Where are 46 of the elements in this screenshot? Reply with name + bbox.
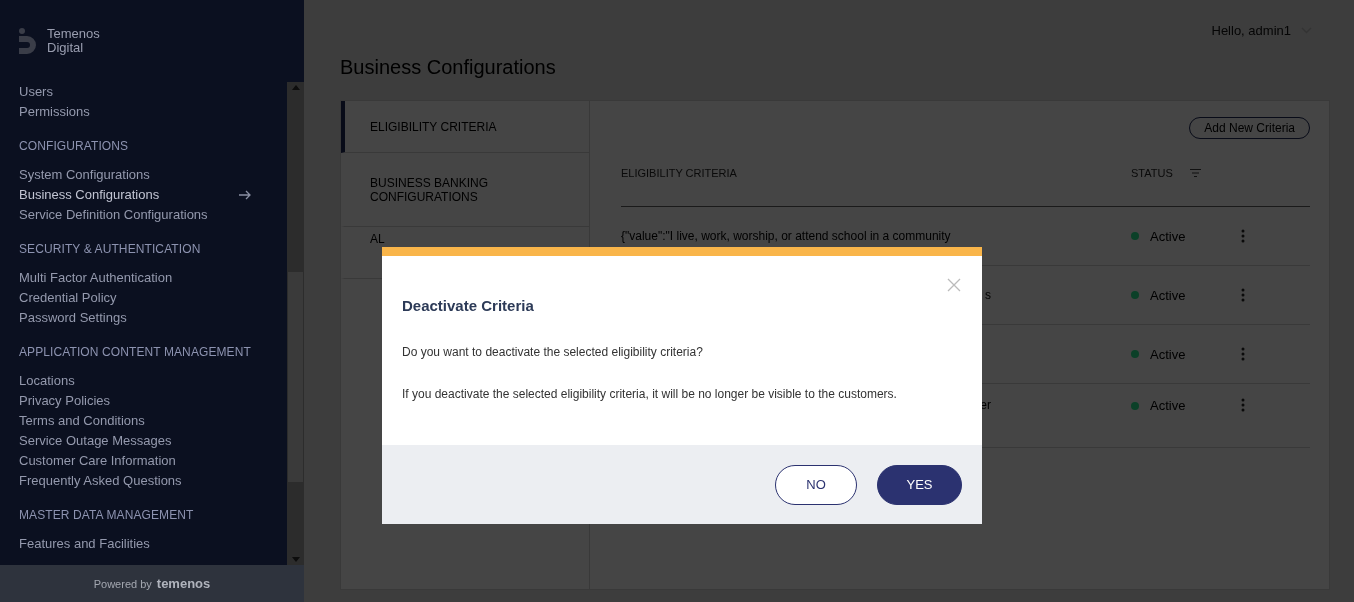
dialog-warning: If you deactivate the selected eligibility criteria, it will be no longer be visible to the customers. (402, 387, 898, 401)
sidebar-item[interactable]: Customer Care Information (19, 451, 287, 471)
status-label: Active (1150, 398, 1186, 413)
cancel-button[interactable]: NO (775, 464, 857, 505)
dialog-question: Do you want to deactivate the selected eligibility criteria? (402, 345, 704, 359)
section-heading: CONFIGURATIONS (19, 139, 130, 153)
column-header: ELIGIBILITY CRITERIA (621, 166, 738, 179)
section-heading: MASTER DATA MANAGEMENT (19, 508, 195, 522)
column-header: STATUS (1131, 166, 1173, 179)
sidebar-item[interactable]: Credential Policy (19, 288, 287, 308)
confirm-button[interactable]: YES (877, 464, 962, 505)
table-cell: {"value":"I live, work, worship, or attend school in a community (621, 229, 951, 243)
more-options-icon[interactable] (1241, 398, 1245, 412)
sidebar-item[interactable]: Multi Factor Authentication (19, 268, 287, 288)
sidebar-item[interactable]: Service Outage Messages (19, 431, 287, 451)
sidebar-item[interactable]: Locations (19, 371, 287, 391)
more-options-icon[interactable] (1241, 229, 1245, 243)
sidebar-item[interactable]: Privacy Policies (19, 391, 287, 411)
scroll-down-icon[interactable] (291, 557, 300, 562)
scrollbar[interactable] (287, 82, 304, 565)
table-cell: s (985, 288, 991, 302)
status-label: Active (1150, 287, 1186, 303)
more-options-icon[interactable] (1241, 347, 1245, 361)
sidebar-item[interactable]: Users (19, 82, 287, 102)
more-options-icon[interactable] (1241, 288, 1245, 302)
page-title: Business Configurations (340, 56, 557, 79)
footer-logo: temenos (156, 576, 211, 591)
status-label: Active (1150, 346, 1186, 362)
section-heading: SECURITY & AUTHENTICATION (19, 242, 202, 256)
sidebar-item[interactable]: System Configurations (19, 165, 287, 185)
status-label: Active (1150, 228, 1186, 244)
sidebar-item[interactable]: Business Configurations (19, 185, 287, 205)
filter-icon[interactable] (1189, 168, 1201, 177)
section-heading: APPLICATION CONTENT MANAGEMENT (19, 345, 252, 359)
dialog-title: Deactivate Criteria (402, 297, 535, 314)
arrow-right-icon (239, 190, 251, 200)
scroll-up-icon[interactable] (291, 85, 300, 90)
sidebar-item[interactable]: Service Definition Configurations (19, 205, 287, 225)
sidebar-item[interactable]: Permissions (19, 102, 287, 122)
sidebar-item[interactable]: Password Settings (19, 308, 287, 328)
sidebar-item[interactable]: Features and Facilities (19, 534, 287, 554)
close-icon[interactable] (947, 278, 961, 292)
sidebar-item[interactable]: Terms and Conditions (19, 411, 287, 431)
brand-name: Temenos Digital (47, 27, 100, 55)
powered-by-label: Powered by (93, 577, 152, 590)
sidebar-item[interactable]: Frequently Asked Questions (19, 471, 287, 491)
